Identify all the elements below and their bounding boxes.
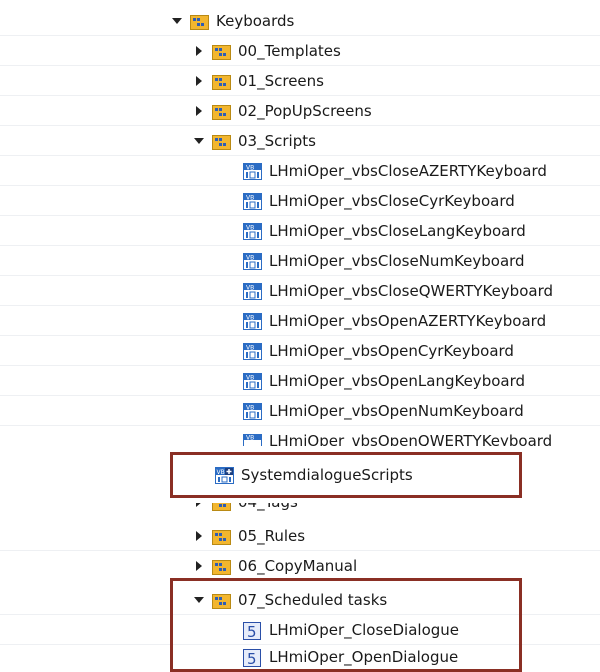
svg-text:VB: VB — [246, 224, 254, 231]
svg-text:VB: VB — [246, 344, 254, 351]
collapsed-arrow-icon[interactable] — [192, 529, 206, 543]
script-label: LHmiOper_vbsOpenQWERTYKeyboard — [269, 434, 553, 446]
vb-script-icon: VB — [243, 402, 262, 420]
svg-text:VB: VB — [246, 434, 254, 441]
folder-icon — [212, 43, 231, 60]
script-item[interactable]: VB LHmiOper_vbsCloseQWERTYKeyboard — [0, 276, 600, 306]
vb-script-icon: VB — [243, 434, 262, 446]
svg-text:5: 5 — [247, 623, 257, 640]
script-item-partial[interactable]: VB LHmiOper_vbsOpenQWERTYKeyboard — [0, 434, 600, 446]
script-item[interactable]: VB LHmiOper_vbsOpenLangKeyboard — [0, 366, 600, 396]
script-label: LHmiOper_vbsCloseQWERTYKeyboard — [269, 282, 553, 300]
vb-script-icon: VB — [243, 252, 262, 270]
script-label: LHmiOper_vbsOpenCyrKeyboard — [269, 342, 514, 360]
vb-script-icon: VB — [243, 192, 262, 210]
tree-node-label: 07_Scheduled tasks — [238, 591, 388, 609]
vb-script-icon: VB — [243, 222, 262, 240]
script-label: LHmiOper_vbsOpenNumKeyboard — [269, 402, 524, 420]
script-item[interactable]: VB LHmiOper_vbsCloseNumKeyboard — [0, 246, 600, 276]
svg-text:VB: VB — [246, 284, 254, 291]
vb-script-icon: VB — [243, 282, 262, 300]
script-item[interactable]: VB LHmiOper_vbsCloseAZERTYKeyboard — [0, 156, 600, 186]
tree-node-04-tags[interactable]: 04_Tags — [0, 503, 600, 515]
tree-node-label: 01_Screens — [238, 72, 324, 90]
svg-text:VB: VB — [246, 314, 254, 321]
tree-node-label: 04_Tags — [238, 503, 298, 515]
vb-script-icon: VB — [243, 342, 262, 360]
vb-script-icon: VB — [243, 312, 262, 330]
scheduled-task-icon: 5 — [243, 621, 262, 640]
script-label: LHmiOper_vbsCloseNumKeyboard — [269, 252, 525, 270]
svg-text:VB: VB — [246, 374, 254, 381]
script-item[interactable]: VB LHmiOper_vbsCloseCyrKeyboard — [0, 186, 600, 216]
folder-icon — [212, 592, 231, 609]
tree-node-label: 06_CopyManual — [238, 557, 358, 575]
svg-text:VB: VB — [246, 254, 254, 261]
script-label: LHmiOper_vbsCloseLangKeyboard — [269, 222, 526, 240]
folder-icon — [212, 528, 231, 545]
folder-icon — [212, 503, 231, 511]
tree-node-07-scheduled-tasks[interactable]: 07_Scheduled tasks — [0, 585, 600, 615]
tree-node-label: 02_PopUpScreens — [238, 102, 372, 120]
tree-node-02-popupscreens[interactable]: 02_PopUpScreens — [0, 96, 600, 126]
vb-script-module-icon: VB — [215, 466, 234, 484]
tree-node-label: 05_Rules — [238, 527, 306, 545]
scheduled-task-icon: 5 — [243, 648, 262, 667]
script-label: LHmiOper_vbsCloseAZERTYKeyboard — [269, 162, 547, 180]
vb-script-icon: VB — [243, 162, 262, 180]
expanded-arrow-icon[interactable] — [192, 134, 206, 148]
script-label: LHmiOper_vbsOpenAZERTYKeyboard — [269, 312, 547, 330]
collapsed-arrow-icon[interactable] — [192, 503, 206, 509]
tree-node-label: Keyboards — [216, 12, 295, 30]
script-label: LHmiOper_vbsCloseCyrKeyboard — [269, 192, 515, 210]
script-item[interactable]: VB LHmiOper_vbsOpenCyrKeyboard — [0, 336, 600, 366]
script-item[interactable]: VB LHmiOper_vbsOpenNumKeyboard — [0, 396, 600, 426]
scheduled-task-item[interactable]: 5 LHmiOper_CloseDialogue — [0, 615, 600, 645]
task-label: LHmiOper_OpenDialogue — [269, 648, 459, 666]
collapsed-arrow-icon[interactable] — [192, 559, 206, 573]
script-item[interactable]: VB LHmiOper_vbsOpenAZERTYKeyboard — [0, 306, 600, 336]
dragged-script-systemdialoguescripts[interactable]: VB SystemdialogueScripts — [0, 460, 600, 490]
task-label: LHmiOper_CloseDialogue — [269, 621, 460, 639]
folder-icon — [212, 558, 231, 575]
expanded-arrow-icon[interactable] — [192, 593, 206, 607]
folder-icon — [212, 73, 231, 90]
tree-node-00-templates[interactable]: 00_Templates — [0, 36, 600, 66]
tree-node-label: 03_Scripts — [238, 132, 316, 150]
svg-text:VB: VB — [217, 469, 225, 476]
tree-node-05-rules[interactable]: 05_Rules — [0, 521, 600, 551]
folder-icon — [212, 133, 231, 150]
folder-icon — [212, 103, 231, 120]
tree-node-keyboards[interactable]: Keyboards — [0, 6, 600, 36]
collapsed-arrow-icon[interactable] — [192, 104, 206, 118]
vb-script-icon: VB — [243, 372, 262, 390]
script-item[interactable]: VB LHmiOper_vbsCloseLangKeyboard — [0, 216, 600, 246]
dragged-item-label: SystemdialogueScripts — [241, 466, 413, 484]
svg-text:VB: VB — [246, 164, 254, 171]
tree-node-label: 00_Templates — [238, 42, 341, 60]
collapsed-arrow-icon[interactable] — [192, 44, 206, 58]
expanded-arrow-icon[interactable] — [170, 14, 184, 28]
tree-node-06-copymanual[interactable]: 06_CopyManual — [0, 557, 600, 577]
svg-text:VB: VB — [246, 194, 254, 201]
tree-node-01-screens[interactable]: 01_Screens — [0, 66, 600, 96]
svg-text:5: 5 — [247, 650, 257, 667]
scheduled-task-item[interactable]: 5 LHmiOper_OpenDialogue — [0, 642, 600, 672]
collapsed-arrow-icon[interactable] — [192, 74, 206, 88]
script-label: LHmiOper_vbsOpenLangKeyboard — [269, 372, 526, 390]
folder-icon — [190, 13, 209, 30]
svg-text:VB: VB — [246, 404, 254, 411]
project-tree: Keyboards 00_Templates 01_Screens 02_Pop… — [0, 0, 600, 672]
tree-node-03-scripts[interactable]: 03_Scripts — [0, 126, 600, 156]
